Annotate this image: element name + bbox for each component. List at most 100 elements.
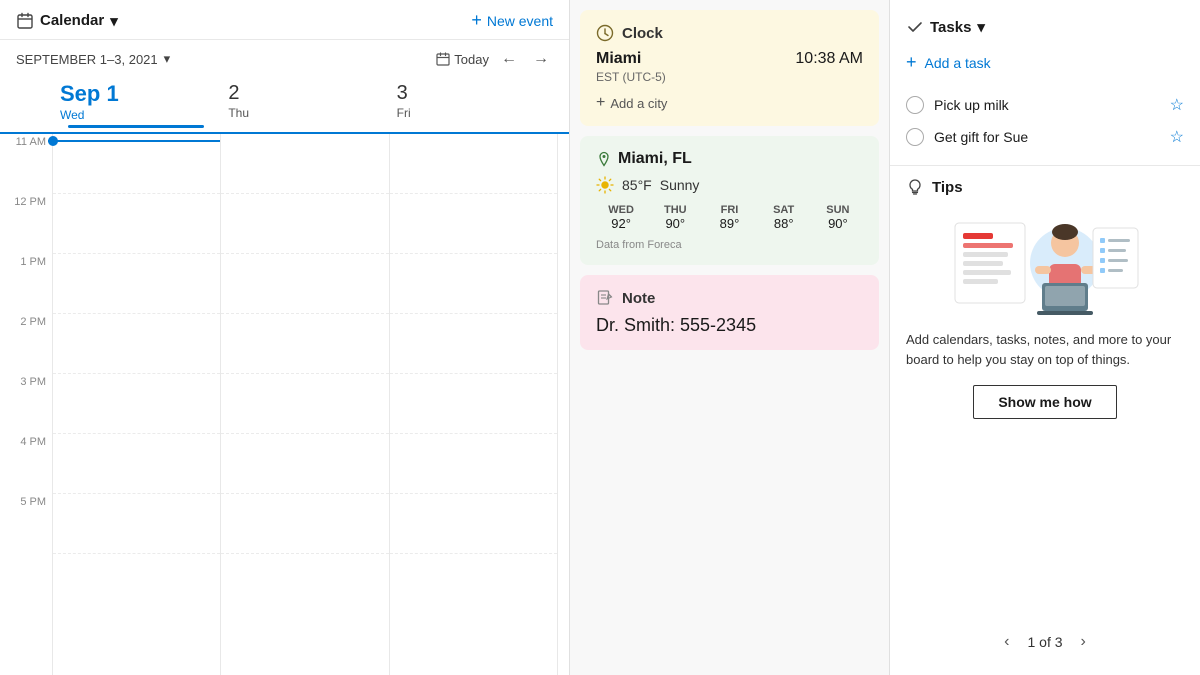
- add-city-label: Add a city: [610, 96, 667, 111]
- day-cell-1-11am[interactable]: [53, 134, 220, 194]
- weather-condition: Sunny: [660, 177, 700, 193]
- task-star-1[interactable]: ☆: [1170, 95, 1184, 115]
- day-cell-3-4pm[interactable]: [390, 434, 557, 494]
- day-cell-1-1pm[interactable]: [53, 254, 220, 314]
- new-event-button[interactable]: + New event: [471, 10, 553, 31]
- tasks-checkmark-icon: [906, 18, 924, 36]
- day-name-1: Wed: [60, 108, 84, 122]
- note-content: Dr. Smith: 555-2345: [596, 315, 863, 336]
- clock-widget-header: Clock: [596, 24, 863, 42]
- widgets-panel: Clock Miami 10:38 AM EST (UTC-5) + Add a…: [570, 0, 890, 675]
- add-city-plus: +: [596, 94, 605, 112]
- day-cell-2-5pm[interactable]: [221, 494, 388, 554]
- day-cell-2-2pm[interactable]: [221, 314, 388, 374]
- tips-pagination: ‹ 1 of 3 ›: [906, 631, 1184, 653]
- day-cell-1-4pm[interactable]: [53, 434, 220, 494]
- date-range-text: SEPTEMBER 1–3, 2021: [16, 52, 158, 67]
- clock-timezone: EST (UTC-5): [596, 70, 863, 84]
- weather-widget: Miami, FL 85°F Sunny: [580, 136, 879, 265]
- note-title: Note: [622, 290, 655, 307]
- add-task-row[interactable]: + Add a task: [906, 48, 1184, 77]
- day-cell-3-5pm[interactable]: [390, 494, 557, 554]
- active-indicator: [68, 125, 204, 128]
- tips-section: Tips: [890, 166, 1200, 665]
- day-cell-2-11am[interactable]: [221, 134, 388, 194]
- day-cell-1-3pm[interactable]: [53, 374, 220, 434]
- calendar-panel: Calendar ▾ + New event SEPTEMBER 1–3, 20…: [0, 0, 570, 675]
- scrollbar-col: [557, 134, 569, 675]
- calendar-title-text: Calendar: [40, 12, 104, 29]
- tips-header: Tips: [906, 178, 1184, 196]
- tasks-header[interactable]: Tasks ▾: [906, 18, 1184, 36]
- show-me-button[interactable]: Show me how: [973, 385, 1116, 419]
- day-cell-1-5pm[interactable]: [53, 494, 220, 554]
- location-icon: [596, 151, 612, 167]
- app-container: Calendar ▾ + New event SEPTEMBER 1–3, 20…: [0, 0, 1200, 675]
- day-cell-3-11am[interactable]: [390, 134, 557, 194]
- calendar-sub-header: SEPTEMBER 1–3, 2021 ▾ Today ← →: [0, 40, 569, 76]
- day-column-2[interactable]: [220, 134, 388, 675]
- task-star-2[interactable]: ☆: [1170, 127, 1184, 147]
- day-cell-2-12pm[interactable]: [221, 194, 388, 254]
- task-checkbox-2[interactable]: [906, 128, 924, 146]
- date-range[interactable]: SEPTEMBER 1–3, 2021 ▾: [16, 51, 170, 67]
- add-city-button[interactable]: + Add a city: [596, 94, 863, 112]
- forecast-sat-label: SAT: [759, 204, 809, 216]
- day-cell-3-1pm[interactable]: [390, 254, 557, 314]
- calendar-title[interactable]: Calendar ▾: [16, 12, 118, 30]
- day-num-2: 2: [228, 82, 380, 104]
- day-cell-2-4pm[interactable]: [221, 434, 388, 494]
- time-slot-5pm: 5 PM: [0, 494, 52, 554]
- new-event-label: New event: [487, 13, 553, 29]
- note-widget-header: Note: [596, 289, 863, 307]
- day-headers: Sep 1 Wed 2 Thu 3 Fri: [0, 76, 569, 134]
- day-column-3[interactable]: [389, 134, 557, 675]
- calendar-header: Calendar ▾ + New event: [0, 0, 569, 40]
- calendar-small-icon: [436, 52, 450, 66]
- clock-time: 10:38 AM: [795, 50, 863, 68]
- tips-illustration: [906, 208, 1184, 318]
- day-name-2: Thu: [228, 106, 249, 120]
- tasks-section: Tasks ▾ + Add a task Pick up milk ☆ Get …: [890, 10, 1200, 166]
- weather-location: Miami, FL: [596, 150, 863, 168]
- day-num-3: 3: [397, 82, 549, 104]
- prev-arrow[interactable]: ←: [497, 48, 521, 70]
- note-icon: [596, 289, 614, 307]
- pagination-text: 1 of 3: [1027, 634, 1062, 650]
- day-header-2: 2 Thu: [220, 76, 388, 132]
- day-cell-3-12pm[interactable]: [390, 194, 557, 254]
- nav-controls: Today ← →: [436, 48, 553, 70]
- day-cell-3-2pm[interactable]: [390, 314, 557, 374]
- weather-forecast: WED 92° THU 90° FRI 89° SAT 88° SUN 90: [596, 204, 863, 231]
- forecast-sat-temp: 88°: [759, 216, 809, 231]
- forecast-sun-label: SUN: [813, 204, 863, 216]
- time-grid: 11 AM 12 PM 1 PM 2 PM 3 PM 4 PM 5 PM: [0, 134, 569, 675]
- today-button[interactable]: Today: [436, 52, 489, 67]
- pagination-prev[interactable]: ‹: [998, 631, 1015, 653]
- tips-svg: [945, 208, 1145, 318]
- day-cell-3-3pm[interactable]: [390, 374, 557, 434]
- task-item-2: Get gift for Sue ☆: [906, 121, 1184, 153]
- forecast-thu-label: THU: [650, 204, 700, 216]
- time-slot-11am: 11 AM: [0, 134, 52, 194]
- day-column-1[interactable]: [52, 134, 220, 675]
- forecast-wed-label: WED: [596, 204, 646, 216]
- task-checkbox-1[interactable]: [906, 96, 924, 114]
- next-arrow[interactable]: →: [529, 48, 553, 70]
- clock-widget: Clock Miami 10:38 AM EST (UTC-5) + Add a…: [580, 10, 879, 126]
- day-cell-1-2pm[interactable]: [53, 314, 220, 374]
- day-cell-1-12pm[interactable]: [53, 194, 220, 254]
- show-me-label: Show me how: [998, 394, 1091, 410]
- task-label-2: Get gift for Sue: [934, 129, 1160, 145]
- task-item-1: Pick up milk ☆: [906, 89, 1184, 121]
- clock-main: Miami 10:38 AM: [596, 50, 863, 68]
- calendar-grid: Sep 1 Wed 2 Thu 3 Fri 11 AM: [0, 76, 569, 675]
- day-header-spacer: [0, 76, 52, 132]
- day-cell-2-3pm[interactable]: [221, 374, 388, 434]
- weather-temp: 85°F: [622, 177, 652, 193]
- pagination-next[interactable]: ›: [1075, 631, 1092, 653]
- time-slot-3pm: 3 PM: [0, 374, 52, 434]
- forecast-sat: SAT 88°: [759, 204, 809, 231]
- day-cell-2-1pm[interactable]: [221, 254, 388, 314]
- date-range-chevron: ▾: [164, 51, 171, 67]
